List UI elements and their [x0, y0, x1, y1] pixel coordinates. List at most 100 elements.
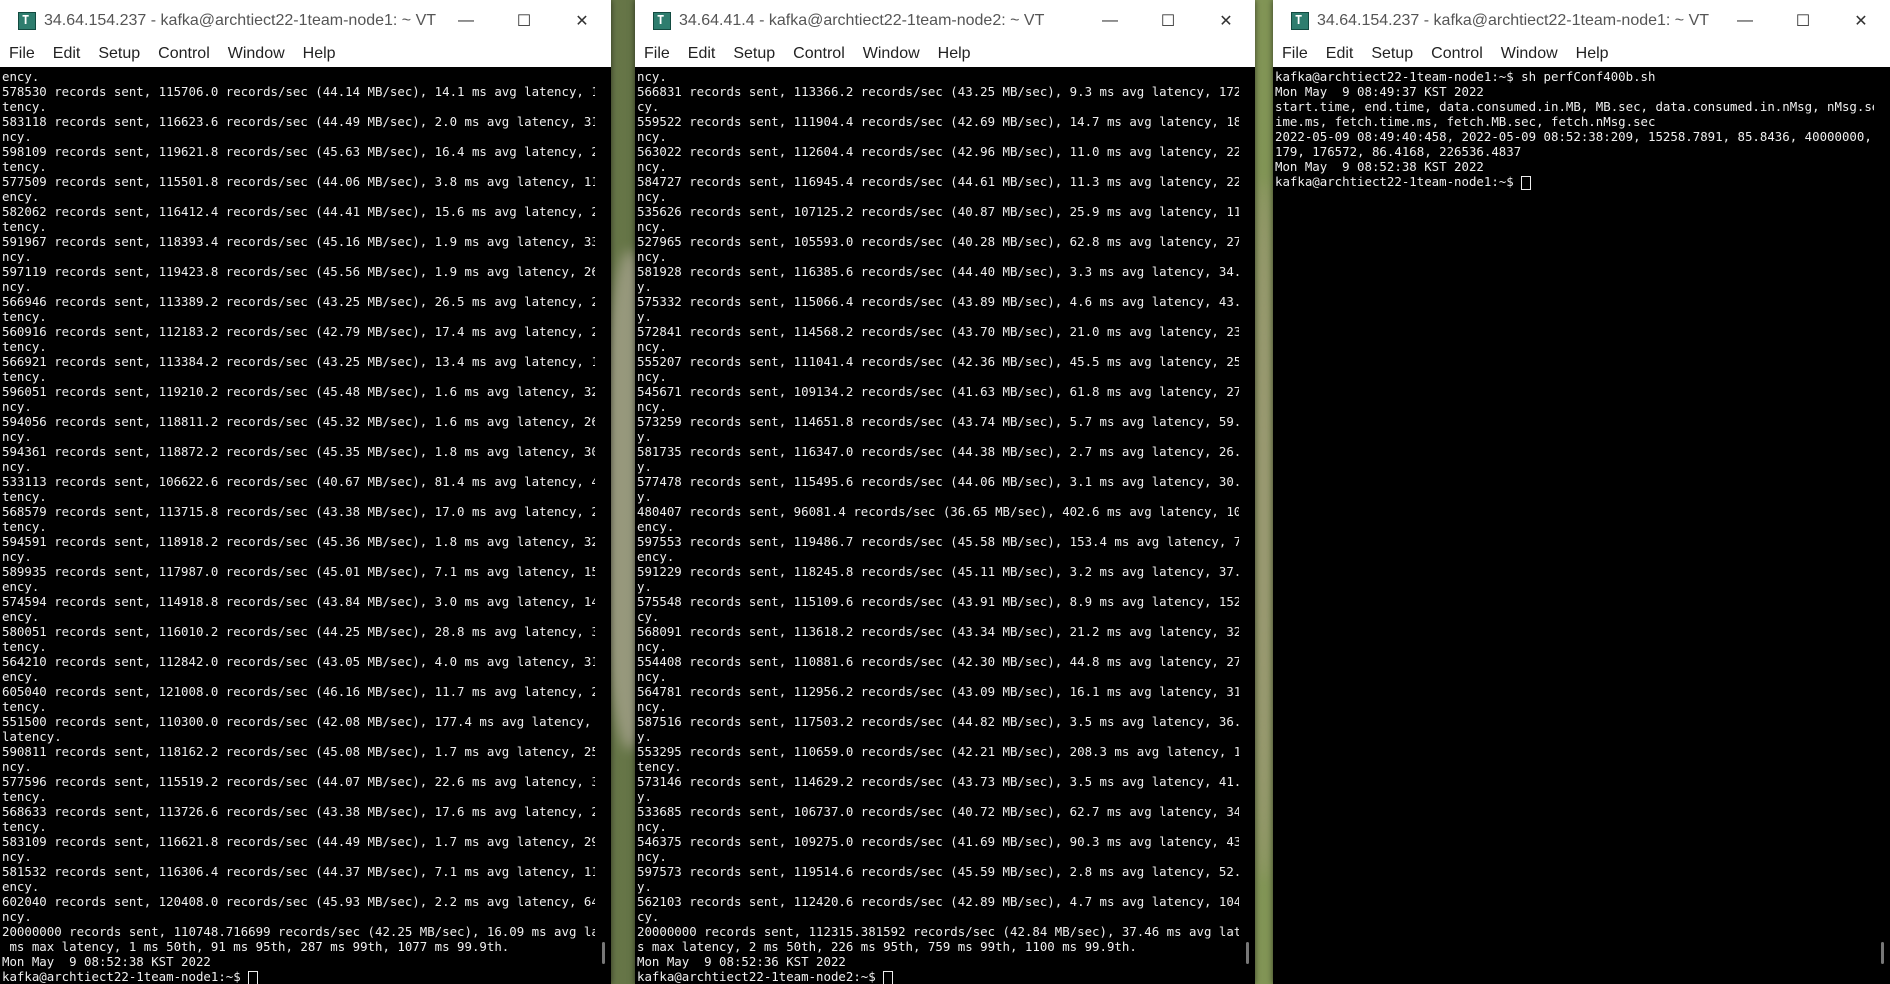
- terminal-line: 577509 records sent, 115501.8 records/se…: [2, 174, 595, 189]
- menu-control[interactable]: Control: [1422, 45, 1492, 63]
- terminal-line: 574594 records sent, 114918.8 records/se…: [2, 594, 595, 609]
- terminal-line: ncy.: [2, 129, 32, 144]
- menu-window[interactable]: Window: [219, 45, 294, 63]
- terminal-window-node2[interactable]: 34.64.41.4 - kafka@archtiect22-1team-nod…: [635, 0, 1255, 984]
- close-icon[interactable]: ✕: [1832, 0, 1890, 41]
- terminal-line: 584727 records sent, 116945.4 records/se…: [637, 174, 1239, 189]
- terminal-window-node1-right[interactable]: 34.64.154.237 - kafka@archtiect22-1team-…: [1273, 0, 1890, 984]
- menu-help[interactable]: Help: [294, 45, 345, 63]
- terminal-line: 562103 records sent, 112420.6 records/se…: [637, 894, 1239, 909]
- menu-bar: File Edit Setup Control Window Help: [635, 41, 1255, 68]
- maximize-icon[interactable]: ☐: [1139, 0, 1197, 41]
- title-bar[interactable]: 34.64.41.4 - kafka@archtiect22-1team-nod…: [635, 0, 1255, 41]
- terminal-line: tency.: [2, 789, 47, 804]
- minimize-icon[interactable]: —: [1081, 0, 1139, 41]
- menu-file[interactable]: File: [0, 45, 44, 63]
- terminal-output[interactable]: ency. 578530 records sent, 115706.0 recor…: [0, 67, 595, 984]
- terminal-line: 554408 records sent, 110881.6 records/se…: [637, 654, 1239, 669]
- terminal-line: 597553 records sent, 119486.7 records/se…: [637, 534, 1239, 549]
- menu-help[interactable]: Help: [1567, 45, 1618, 63]
- terminal-line: 546375 records sent, 109275.0 records/se…: [637, 834, 1239, 849]
- minimize-icon[interactable]: —: [1716, 0, 1774, 41]
- terminal-app-icon: [653, 11, 671, 30]
- menu-file[interactable]: File: [1273, 45, 1317, 63]
- terminal-line: tency.: [2, 819, 47, 834]
- menu-edit[interactable]: Edit: [1317, 45, 1363, 63]
- vertical-scrollbar[interactable]: [1239, 67, 1255, 984]
- terminal-line: 594056 records sent, 118811.2 records/se…: [2, 414, 595, 429]
- terminal-line: tency.: [2, 639, 47, 654]
- scroll-thumb[interactable]: [602, 942, 605, 964]
- terminal-line: y.: [637, 429, 652, 444]
- terminal-line: y.: [637, 279, 652, 294]
- terminal-line: cy.: [637, 909, 660, 924]
- terminal-output[interactable]: kafka@archtiect22-1team-node1:~$ sh perf…: [1273, 67, 1874, 984]
- terminal-line: 577596 records sent, 115519.2 records/se…: [2, 774, 595, 789]
- terminal-line: 587516 records sent, 117503.2 records/se…: [637, 714, 1239, 729]
- wallpaper-shape: [1255, 180, 1273, 880]
- terminal-line: ency.: [2, 609, 40, 624]
- menu-control[interactable]: Control: [149, 45, 219, 63]
- terminal-line: 578530 records sent, 115706.0 records/se…: [2, 84, 595, 99]
- terminal-output[interactable]: ncy. 566831 records sent, 113366.2 record…: [635, 67, 1239, 984]
- scroll-thumb[interactable]: [1246, 942, 1249, 964]
- terminal-line: y.: [637, 789, 652, 804]
- terminal-line: 545671 records sent, 109134.2 records/se…: [637, 384, 1239, 399]
- window-title: 34.64.41.4 - kafka@archtiect22-1team-nod…: [679, 11, 1045, 29]
- menu-file[interactable]: File: [635, 45, 679, 63]
- menu-window[interactable]: Window: [1492, 45, 1567, 63]
- vertical-scrollbar[interactable]: [595, 67, 611, 984]
- terminal-line: 480407 records sent, 96081.4 records/sec…: [637, 504, 1239, 519]
- terminal-line: tency.: [2, 99, 47, 114]
- terminal-line: ency.: [2, 669, 40, 684]
- terminal-line: 594361 records sent, 118872.2 records/se…: [2, 444, 595, 459]
- cursor-block: [1521, 175, 1532, 190]
- close-icon[interactable]: ✕: [1197, 0, 1255, 41]
- menu-help[interactable]: Help: [929, 45, 980, 63]
- menu-window[interactable]: Window: [854, 45, 929, 63]
- terminal-line: ncy.: [637, 399, 667, 414]
- terminal-line: 596051 records sent, 119210.2 records/se…: [2, 384, 595, 399]
- terminal-line: 572841 records sent, 114568.2 records/se…: [637, 324, 1239, 339]
- terminal-line: 564781 records sent, 112956.2 records/se…: [637, 684, 1239, 699]
- terminal-line: ncy.: [637, 129, 667, 144]
- menu-edit[interactable]: Edit: [679, 45, 725, 63]
- title-bar[interactable]: 34.64.154.237 - kafka@archtiect22-1team-…: [1273, 0, 1890, 41]
- terminal-line: Mon May 9 08:52:38 KST 2022: [2, 954, 211, 969]
- terminal-line: 580051 records sent, 116010.2 records/se…: [2, 624, 595, 639]
- menu-setup[interactable]: Setup: [724, 45, 784, 63]
- caption-buttons: — ☐ ✕: [1716, 0, 1890, 41]
- close-icon[interactable]: ✕: [553, 0, 611, 41]
- terminal-line: ncy.: [2, 429, 32, 444]
- terminal-line: 559522 records sent, 111904.4 records/se…: [637, 114, 1239, 129]
- terminal-line: tency.: [2, 159, 47, 174]
- terminal-line: kafka@archtiect22-1team-node1:~$ sh perf…: [1275, 69, 1656, 84]
- menu-control[interactable]: Control: [784, 45, 854, 63]
- menu-setup[interactable]: Setup: [89, 45, 149, 63]
- terminal-app-icon: [18, 11, 36, 30]
- terminal-line: 581928 records sent, 116385.6 records/se…: [637, 264, 1239, 279]
- terminal-line: 533113 records sent, 106622.6 records/se…: [2, 474, 595, 489]
- terminal-line: 605040 records sent, 121008.0 records/se…: [2, 684, 595, 699]
- terminal-line: ncy.: [637, 849, 667, 864]
- terminal-window-node1-left[interactable]: 34.64.154.237 - kafka@archtiect22-1team-…: [0, 0, 611, 984]
- maximize-icon[interactable]: ☐: [495, 0, 553, 41]
- terminal-line: 591229 records sent, 118245.8 records/se…: [637, 564, 1239, 579]
- terminal-line: 568633 records sent, 113726.6 records/se…: [2, 804, 595, 819]
- maximize-icon[interactable]: ☐: [1774, 0, 1832, 41]
- minimize-icon[interactable]: —: [437, 0, 495, 41]
- terminal-line: 179, 176572, 86.4168, 226536.4837: [1275, 144, 1522, 159]
- terminal-line: ncy.: [2, 459, 32, 474]
- terminal-line: ncy.: [2, 279, 32, 294]
- terminal-line: ncy.: [2, 549, 32, 564]
- title-bar[interactable]: 34.64.154.237 - kafka@archtiect22-1team-…: [0, 0, 611, 41]
- menu-edit[interactable]: Edit: [44, 45, 90, 63]
- terminal-line: 563022 records sent, 112604.4 records/se…: [637, 144, 1239, 159]
- terminal-line: ncy.: [637, 819, 667, 834]
- scroll-thumb[interactable]: [1881, 942, 1884, 964]
- menu-setup[interactable]: Setup: [1362, 45, 1422, 63]
- terminal-line: 583109 records sent, 116621.8 records/se…: [2, 834, 595, 849]
- terminal-line: s max latency, 2 ms 50th, 226 ms 95th, 7…: [637, 939, 1137, 954]
- cursor-block: [248, 970, 259, 984]
- vertical-scrollbar[interactable]: [1874, 67, 1890, 984]
